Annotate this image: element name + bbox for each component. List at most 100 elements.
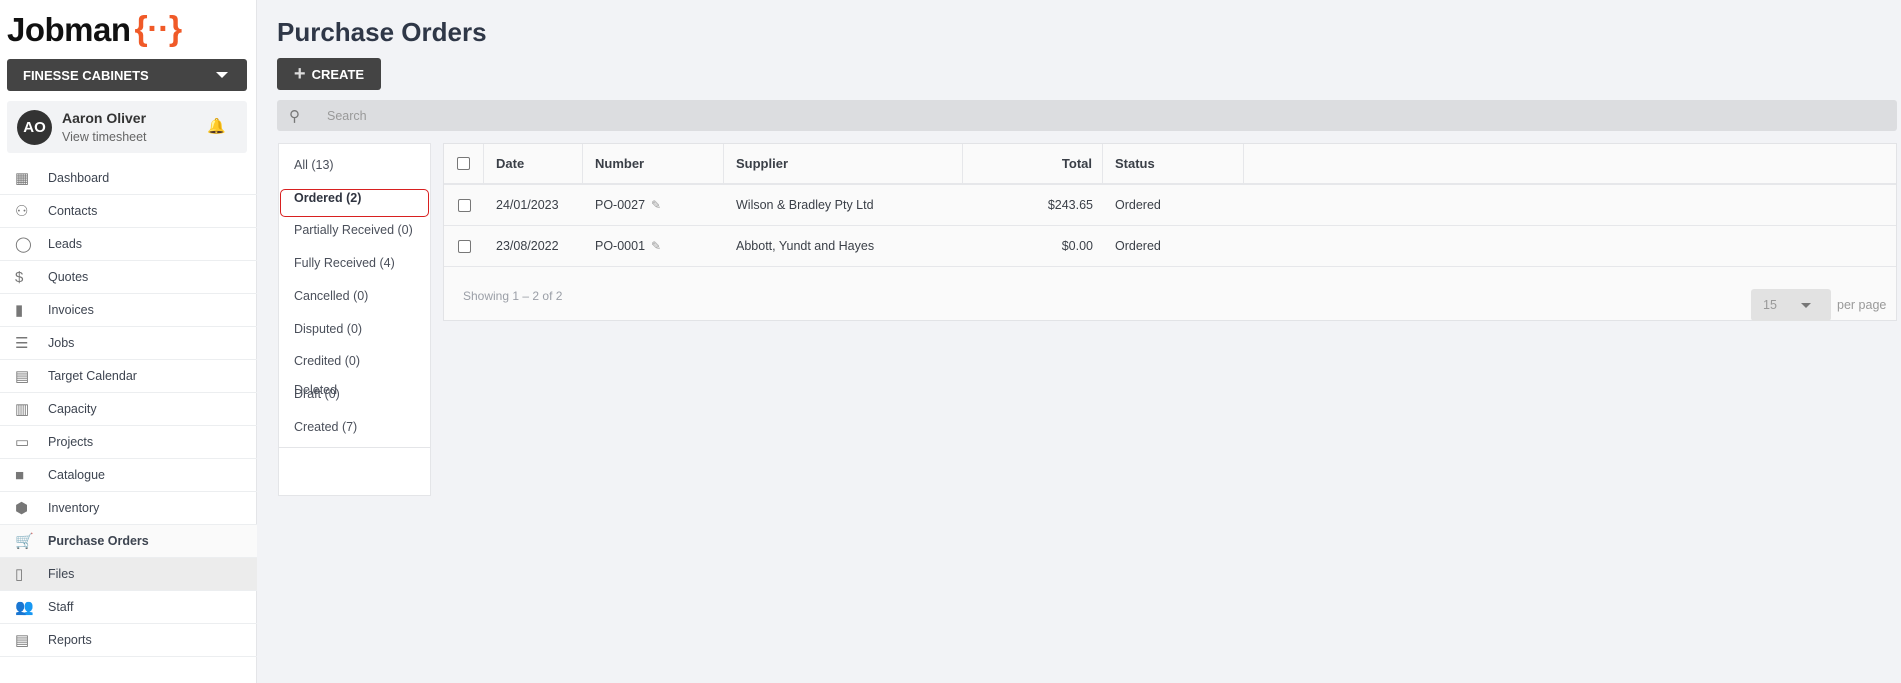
target-calendar-icon: ▤ (15, 368, 30, 385)
sidebar-item-contacts[interactable]: ⚇ Contacts (0, 195, 257, 228)
col-status[interactable]: Status (1103, 144, 1244, 183)
sidebar-item-label: Files (48, 567, 75, 581)
filter-fully-received[interactable]: Fully Received (4) (294, 256, 395, 270)
sidebar-item-label: Projects (48, 435, 94, 449)
select-all-checkbox[interactable] (457, 157, 470, 170)
filter-draft[interactable]: Draft (0) (294, 387, 340, 401)
avatar[interactable]: AO (17, 110, 52, 145)
invoices-icon: ▮ (15, 302, 24, 319)
row-checkbox[interactable] (457, 198, 471, 212)
pagination-summary: Showing 1 – 2 of 2 (463, 289, 563, 303)
sidebar-item-files[interactable]: ▯ Files (0, 558, 257, 591)
row-checkbox[interactable] (457, 239, 471, 253)
chevron-down-icon (1801, 303, 1811, 308)
catalogue-icon: ■ (15, 466, 25, 484)
create-button[interactable]: + CREATE (277, 58, 381, 90)
pencil-icon[interactable]: ✎ (651, 198, 661, 212)
purchase-orders-icon: 🛒 (15, 533, 34, 550)
search-icon: ⚲ (289, 107, 300, 125)
user-card: AO Aaron Oliver View timesheet 🔔 (7, 101, 247, 153)
cell-status: Ordered (1115, 239, 1161, 253)
sidebar-item-label: Capacity (48, 402, 97, 416)
leads-icon: ◯ (15, 236, 32, 253)
filter-partially-received[interactable]: Partially Received (0) (294, 223, 413, 237)
sidebar-item-inventory[interactable]: ⬢ Inventory (0, 492, 257, 525)
table-row[interactable]: 23/08/2022 PO-0001 ✎ Abbott, Yundt and Ha… (444, 226, 1896, 267)
col-total[interactable]: Total (963, 144, 1103, 183)
filter-disputed[interactable]: Disputed (0) (294, 322, 362, 336)
sidebar-item-reports[interactable]: ▤ Reports (0, 624, 257, 657)
logo-mark: {··} (134, 10, 183, 48)
chevron-down-icon (216, 72, 228, 78)
filter-ordered[interactable]: Ordered (2) (294, 191, 361, 205)
page-title: Purchase Orders (277, 17, 487, 47)
sidebar-item-label: Dashboard (48, 171, 110, 185)
sidebar-item-label: Purchase Orders (48, 534, 149, 548)
search-bar: ⚲ (277, 100, 1897, 131)
col-number[interactable]: Number (583, 144, 724, 183)
create-label: CREATE (311, 66, 365, 82)
sidebar-item-target-calendar[interactable]: ▤ Target Calendar (0, 360, 257, 393)
cell-number[interactable]: PO-0027 (595, 198, 645, 212)
cell-number[interactable]: PO-0001 (595, 239, 645, 253)
quotes-icon: $ (15, 268, 24, 286)
search-input[interactable] (327, 108, 488, 123)
plus-icon: + (293, 63, 306, 85)
sidebar-item-label: Inventory (48, 501, 100, 515)
sidebar: Jobman {··} FINESSE CABINETS AO Aaron Oli… (0, 0, 257, 683)
pencil-icon[interactable]: ✎ (651, 239, 661, 253)
cell-status: Ordered (1115, 198, 1161, 212)
sidebar-item-quotes[interactable]: $ Quotes (0, 261, 257, 294)
sidebar-item-purchase-orders[interactable]: 🛒 Purchase Orders (0, 525, 257, 558)
per-page-label: per page (1837, 298, 1887, 312)
col-date[interactable]: Date (484, 144, 583, 183)
sidebar-item-projects[interactable]: ▭ Projects (0, 426, 257, 459)
sidebar-item-catalogue[interactable]: ■ Catalogue (0, 459, 257, 492)
jobman-logo[interactable]: Jobman {··} (7, 10, 182, 49)
sidebar-item-dashboard[interactable]: ▦ Dashboard (0, 162, 257, 195)
files-icon: ▯ (15, 566, 24, 583)
user-name: Aaron Oliver (62, 110, 147, 126)
divider (279, 447, 430, 448)
view-timesheet-link[interactable]: View timesheet (62, 130, 147, 144)
filter-created[interactable]: Created (7) (294, 420, 357, 434)
sidebar-item-jobs[interactable]: ☰ Jobs (0, 327, 257, 360)
filter-credited[interactable]: Credited (0) (294, 354, 360, 368)
sidebar-item-label: Reports (48, 633, 92, 647)
capacity-icon: ▥ (15, 401, 30, 418)
sidebar-item-label: Target Calendar (48, 369, 137, 383)
company-selector[interactable]: FINESSE CABINETS (7, 59, 247, 91)
projects-icon: ▭ (15, 434, 30, 451)
cell-date: 24/01/2023 (496, 198, 559, 212)
table-row[interactable]: 24/01/2023 PO-0027 ✎ Wilson & Bradley Pty… (444, 185, 1896, 226)
filter-cancelled[interactable]: Cancelled (0) (294, 289, 368, 303)
sidebar-nav: ▦ Dashboard ⚇ Contacts ◯ Leads $ Quotes ▮ Invoice… (0, 162, 257, 657)
sidebar-item-label: Quotes (48, 270, 89, 284)
sidebar-item-staff[interactable]: 👥 Staff (0, 591, 257, 624)
filter-all[interactable]: All (13) (294, 158, 334, 172)
bell-icon[interactable]: 🔔 (207, 117, 226, 135)
sidebar-item-leads[interactable]: ◯ Leads (0, 228, 257, 261)
sidebar-item-capacity[interactable]: ▥ Capacity (0, 393, 257, 426)
sidebar-item-label: Catalogue (48, 468, 105, 482)
logo-text: Jobman (7, 10, 131, 48)
company-name: FINESSE CABINETS (23, 67, 149, 83)
cell-supplier: Wilson & Bradley Pty Ltd (736, 198, 874, 212)
purchase-orders-table: Date Number Supplier Total Status 24/01/… (443, 143, 1897, 321)
table-header: Date Number Supplier Total Status (444, 144, 1896, 185)
cell-total: $243.65 (1047, 198, 1093, 212)
sidebar-item-label: Contacts (48, 204, 98, 218)
sidebar-item-label: Invoices (48, 303, 94, 317)
reports-icon: ▤ (15, 632, 30, 649)
cell-supplier: Abbott, Yundt and Hayes (736, 239, 875, 253)
contacts-icon: ⚇ (15, 203, 29, 220)
per-page-select[interactable]: 15 (1751, 289, 1831, 321)
staff-icon: 👥 (15, 599, 34, 616)
jobs-icon: ☰ (15, 335, 29, 352)
status-filter-panel: Deleted All (13) Ordered (2) Partially Rec… (278, 143, 431, 496)
dashboard-icon: ▦ (15, 170, 30, 187)
cell-total: $0.00 (1061, 239, 1093, 253)
sidebar-item-invoices[interactable]: ▮ Invoices (0, 294, 257, 327)
col-supplier[interactable]: Supplier (724, 144, 963, 183)
sidebar-item-label: Leads (48, 237, 83, 251)
